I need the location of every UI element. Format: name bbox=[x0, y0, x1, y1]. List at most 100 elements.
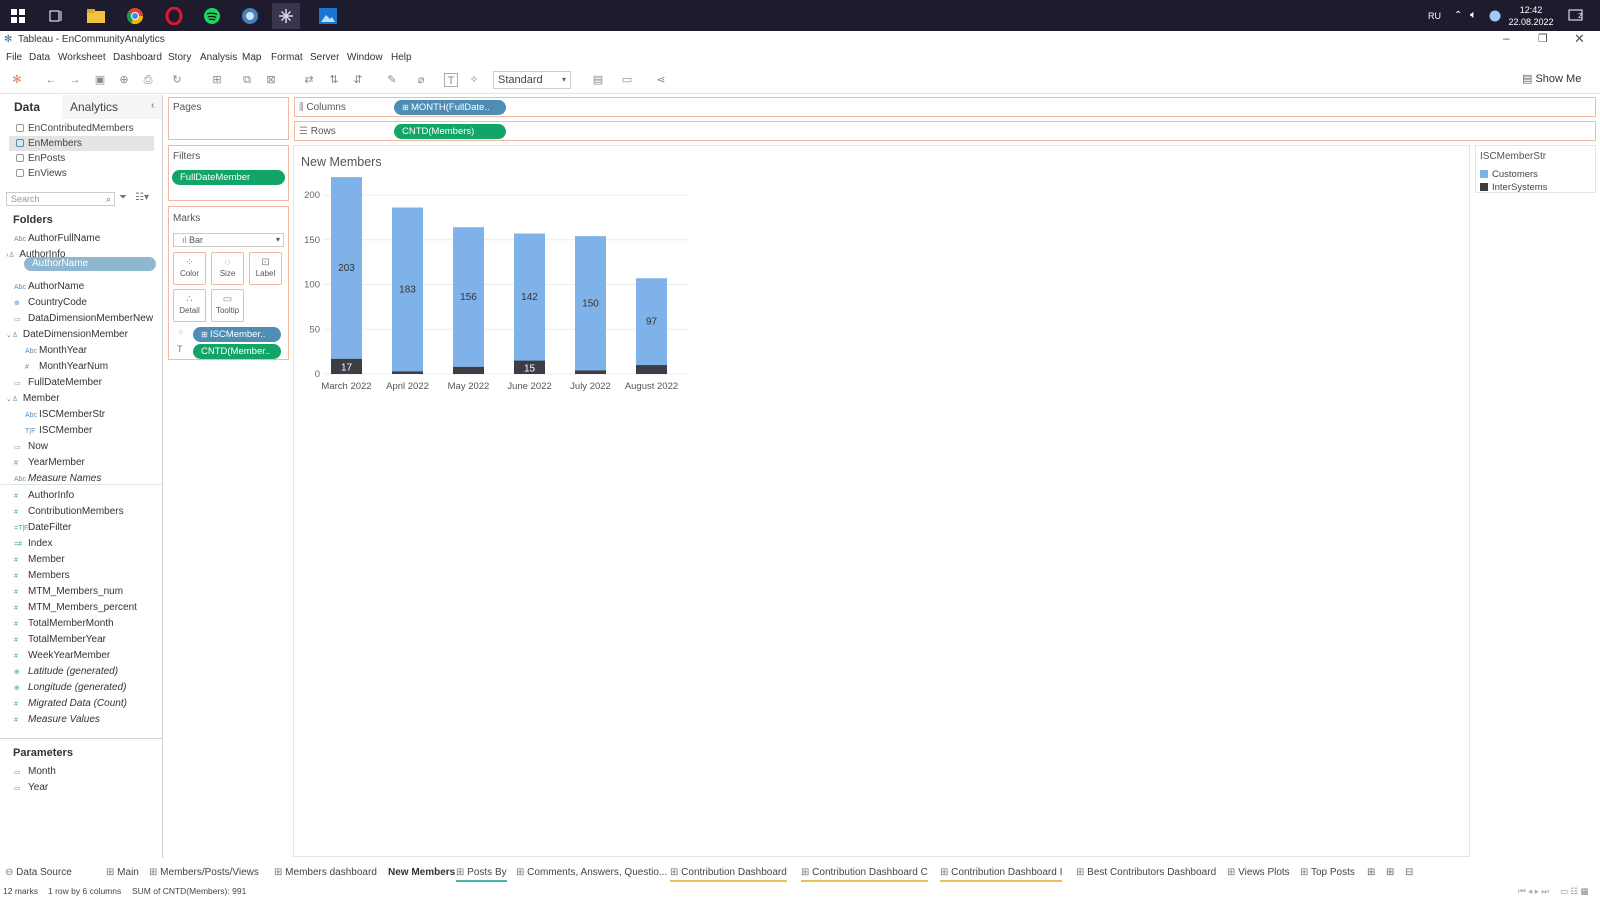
field-item[interactable]: Abc MonthYear bbox=[25, 344, 87, 358]
clock[interactable]: 12:42 22.08.2022 bbox=[1506, 0, 1556, 31]
sort-ascending-icon[interactable]: ⇅ bbox=[327, 73, 341, 87]
field-item[interactable]: Abc ISCMemberStr bbox=[25, 408, 105, 422]
save-icon[interactable]: ▣ bbox=[93, 73, 107, 87]
color-button[interactable]: ⁘ Color bbox=[173, 252, 206, 285]
label-button[interactable]: ⊡ Label bbox=[249, 252, 282, 285]
chevron-up-icon[interactable]: ⌃ bbox=[1454, 0, 1462, 31]
show-labels-icon[interactable]: T bbox=[444, 73, 458, 87]
language-indicator[interactable]: RU bbox=[1428, 0, 1441, 31]
new-worksheet-icon[interactable]: ⊞ bbox=[210, 73, 224, 87]
new-worksheet-icon[interactable]: ⊞ bbox=[1367, 864, 1375, 882]
menu-file[interactable]: File bbox=[6, 52, 22, 63]
legend-item-customers[interactable]: Customers bbox=[1480, 169, 1538, 180]
tab-main[interactable]: ⊞ Main bbox=[106, 864, 139, 882]
measure-item[interactable]: # WeekYearMember bbox=[14, 649, 110, 663]
measure-item[interactable]: # TotalMemberMonth bbox=[14, 617, 114, 631]
presentation-icon[interactable]: ▭ bbox=[620, 73, 634, 87]
tab-contribution-dashboard-c[interactable]: ⊞ Contribution Dashboard C bbox=[801, 864, 928, 882]
tab-posts-by[interactable]: ⊞ Posts By bbox=[456, 864, 507, 882]
file-explorer-icon[interactable] bbox=[82, 3, 110, 29]
show-me-button[interactable]: ▤ Show Me bbox=[1522, 72, 1581, 85]
measure-item[interactable]: # Measure Values bbox=[14, 713, 100, 727]
view-options-icon[interactable]: ☷▾ bbox=[135, 192, 149, 203]
tab-top-posts[interactable]: ⊞ Top Posts bbox=[1300, 864, 1355, 882]
menu-data[interactable]: Data bbox=[29, 52, 50, 63]
tab-comments[interactable]: ⊞ Comments, Answers, Questio... bbox=[516, 864, 667, 882]
swap-icon[interactable]: ⇄ bbox=[302, 73, 316, 87]
close-icon[interactable]: ✕ bbox=[1574, 31, 1585, 47]
datasource-item-selected[interactable]: EnMembers bbox=[9, 136, 154, 151]
field-item[interactable]: ▭ DataDimensionMemberNew bbox=[14, 312, 153, 326]
new-dashboard-icon[interactable]: ⊞ bbox=[1386, 864, 1394, 882]
refresh-icon[interactable]: ↻ bbox=[170, 73, 184, 87]
photos-icon[interactable] bbox=[314, 3, 342, 29]
measure-item[interactable]: =T|FDateFilter bbox=[14, 521, 71, 535]
detail-button[interactable]: ∴ Detail bbox=[173, 289, 206, 322]
pages-shelf[interactable]: Pages bbox=[168, 97, 289, 140]
field-item[interactable]: ▭ Now bbox=[14, 440, 48, 454]
tab-new-members[interactable]: New Members bbox=[383, 864, 461, 882]
mark-type-dropdown[interactable]: ıl Bar ▾ bbox=[173, 233, 284, 247]
menu-window[interactable]: Window bbox=[347, 52, 383, 63]
measure-item[interactable]: # AuthorInfo bbox=[14, 489, 74, 503]
sort-descending-icon[interactable]: ⇵ bbox=[351, 73, 365, 87]
tab-best-contributors[interactable]: ⊞ Best Contributors Dashboard bbox=[1076, 864, 1216, 882]
highlight-icon[interactable]: ✎ bbox=[385, 73, 399, 87]
tab-members-posts-views[interactable]: ⊞ Members/Posts/Views bbox=[149, 864, 259, 882]
restore-icon[interactable]: ❐ bbox=[1538, 32, 1548, 45]
tableau-icon[interactable] bbox=[272, 3, 300, 29]
speaker-icon[interactable]: 🔈︎ bbox=[1470, 0, 1477, 31]
tab-contribution-dashboard[interactable]: ⊞ Contribution Dashboard bbox=[670, 864, 787, 882]
tableau-logo-icon[interactable]: ✻ bbox=[10, 73, 24, 87]
tooltip-button[interactable]: ▭ Tooltip bbox=[211, 289, 244, 322]
measure-item[interactable]: # Member bbox=[14, 553, 65, 567]
spotify-icon[interactable] bbox=[198, 3, 226, 29]
measure-item[interactable]: # MTM_Members_num bbox=[14, 585, 123, 599]
datasource-item[interactable]: EnViews bbox=[16, 166, 67, 181]
measure-item[interactable]: # Migrated Data (Count) bbox=[14, 697, 127, 711]
tab-analytics[interactable]: Analytics ‹ bbox=[62, 95, 162, 119]
field-item[interactable]: # MonthYearNum bbox=[25, 360, 108, 374]
filter-pill[interactable]: FullDateMember bbox=[172, 170, 285, 185]
view-mode-icon[interactable]: ▭ ☷ ▦ bbox=[1560, 882, 1588, 900]
tab-data-source[interactable]: ⊖ Data Source bbox=[5, 864, 72, 882]
measure-item[interactable]: ⊕ Longitude (generated) bbox=[14, 681, 126, 695]
label-pill[interactable]: CNTD(Member.. bbox=[193, 344, 281, 359]
weather-icon[interactable] bbox=[1489, 0, 1501, 31]
menu-dashboard[interactable]: Dashboard bbox=[113, 52, 162, 63]
field-item[interactable]: # YearMember bbox=[14, 456, 85, 470]
tab-contribution-dashboard-i[interactable]: ⊞ Contribution Dashboard I bbox=[940, 864, 1063, 882]
dragged-field-pill[interactable]: AuthorName bbox=[24, 257, 156, 271]
menu-analysis[interactable]: Analysis bbox=[200, 52, 237, 63]
clear-sheet-icon[interactable]: ⊠ bbox=[264, 73, 278, 87]
menu-help[interactable]: Help bbox=[391, 52, 412, 63]
share-icon[interactable]: ⋖ bbox=[654, 73, 668, 87]
opera-icon[interactable] bbox=[160, 3, 188, 29]
field-item[interactable]: ⌄♙ Member bbox=[6, 392, 60, 406]
rows-shelf[interactable]: ☰ Rows CNTD(Members) bbox=[294, 121, 1596, 141]
columns-pill[interactable]: ⊞ MONTH(FullDate.. bbox=[394, 100, 506, 115]
color-pill[interactable]: ⊞ ISCMember.. bbox=[193, 327, 281, 342]
menu-server[interactable]: Server bbox=[310, 52, 339, 63]
size-button[interactable]: ◌ Size bbox=[211, 252, 244, 285]
menu-map[interactable]: Map bbox=[242, 52, 261, 63]
app-icon[interactable] bbox=[236, 3, 264, 29]
menu-worksheet[interactable]: Worksheet bbox=[58, 52, 106, 63]
measure-item[interactable]: =# Index bbox=[14, 537, 52, 551]
field-item[interactable]: ⌄♙ DateDimensionMember bbox=[6, 328, 128, 342]
rows-pill[interactable]: CNTD(Members) bbox=[394, 124, 506, 139]
pin-icon[interactable]: ✧ bbox=[467, 73, 481, 87]
legend-item-intersystems[interactable]: InterSystems bbox=[1480, 182, 1547, 193]
chrome-icon[interactable] bbox=[121, 3, 149, 29]
windows-start-icon[interactable] bbox=[4, 3, 32, 29]
filters-shelf[interactable]: Filters FullDateMember bbox=[168, 145, 289, 201]
field-item[interactable]: Abc AuthorFullName bbox=[14, 232, 100, 246]
parameter-item[interactable]: ▭ Month bbox=[14, 765, 56, 779]
menu-story[interactable]: Story bbox=[168, 52, 191, 63]
filter-icon[interactable]: ⏷ bbox=[119, 192, 127, 203]
tab-members-dashboard[interactable]: ⊞ Members dashboard bbox=[274, 864, 377, 882]
menu-format[interactable]: Format bbox=[271, 52, 303, 63]
new-story-icon[interactable]: ⊟ bbox=[1405, 864, 1413, 882]
datasource-item[interactable]: EnContributedMembers bbox=[16, 121, 134, 136]
undo-icon[interactable]: ← bbox=[44, 73, 58, 87]
